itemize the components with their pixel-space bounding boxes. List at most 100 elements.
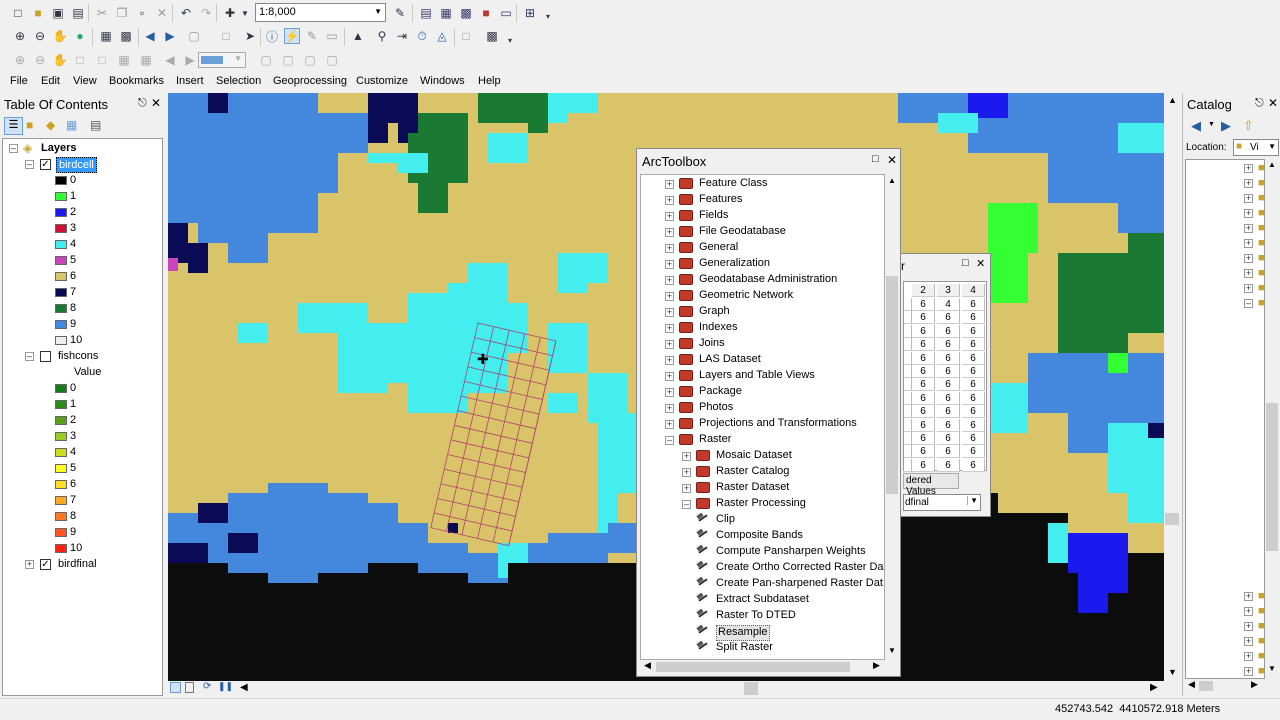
expand-toolset-icon[interactable]: +	[665, 260, 674, 269]
legend-swatch[interactable]	[55, 272, 67, 281]
search-window-icon[interactable]: ▩	[458, 5, 474, 21]
menu-bookmarks[interactable]: Bookmarks	[109, 75, 164, 87]
html-popup-icon[interactable]: ✎	[304, 28, 320, 44]
h-scroll-thumb[interactable]	[1199, 681, 1213, 691]
legend-swatch[interactable]	[55, 224, 67, 233]
catalog-location-select[interactable]: ■ Vi ▼	[1233, 139, 1279, 156]
scroll-thumb[interactable]	[886, 276, 898, 494]
toolset-item[interactable]: LAS Dataset	[699, 353, 761, 369]
scroll-up-icon[interactable]: ▲	[888, 176, 896, 185]
undo-icon[interactable]: ↶	[178, 5, 194, 21]
close-icon[interactable]: ✕	[151, 96, 161, 110]
toolbar-options-icon[interactable]: ▾	[540, 8, 556, 24]
find-route-icon[interactable]: ▲	[350, 28, 366, 44]
legend-swatch[interactable]	[55, 384, 67, 393]
close-icon[interactable]: ✕	[976, 257, 985, 270]
expand-folder-icon[interactable]: +	[1244, 592, 1253, 601]
expand-folder-icon[interactable]: +	[1244, 194, 1253, 203]
find-icon[interactable]: ⚲	[374, 28, 390, 44]
legend-swatch[interactable]	[55, 448, 67, 457]
georef-layer3-icon[interactable]: ▢	[302, 52, 318, 68]
expand-toolset-icon[interactable]: +	[665, 388, 674, 397]
select-elements-icon[interactable]: ➤	[242, 28, 258, 44]
expand-toolset-icon[interactable]: +	[682, 452, 691, 461]
toolset-item[interactable]: Fields	[699, 209, 728, 225]
birdfinal-layer-name[interactable]: birdfinal	[58, 558, 97, 570]
back-dropdown-icon[interactable]: ▼	[1208, 121, 1215, 128]
legend-swatch[interactable]	[55, 288, 67, 297]
legend-swatch[interactable]	[55, 512, 67, 521]
collapse-folder-icon[interactable]: –	[1244, 299, 1253, 308]
collapse-layers-icon[interactable]: –	[9, 144, 18, 153]
expand-folder-icon[interactable]: +	[1244, 254, 1253, 263]
map-horizontal-scrollbar[interactable]: ⟳ ❚❚ ◀ ▶	[168, 681, 1164, 697]
georef-tool2-icon[interactable]: ▦	[138, 52, 154, 68]
add-data-dropdown-icon[interactable]: ▼	[237, 5, 253, 21]
expand-folder-icon[interactable]: +	[1244, 269, 1253, 278]
legend-swatch[interactable]	[55, 464, 67, 473]
toolbox-vertical-scrollbar[interactable]: ▲ ▼	[885, 174, 899, 660]
expand-toolset-icon[interactable]: +	[665, 212, 674, 221]
birdcell-visibility-checkbox[interactable]: ✓	[40, 159, 51, 170]
copy-icon[interactable]: ❐	[114, 5, 130, 21]
toolset-item[interactable]: Features	[699, 193, 742, 209]
tool-item[interactable]: Create Ortho Corrected Raster Da	[716, 561, 884, 577]
new-document-icon[interactable]: □	[10, 5, 26, 21]
scroll-right-icon[interactable]: ▶	[873, 660, 880, 671]
open-folder-icon[interactable]: ■	[30, 5, 46, 21]
time-slider-icon[interactable]: ⏱	[414, 28, 430, 44]
expand-folder-icon[interactable]: +	[1244, 637, 1253, 646]
layers-root[interactable]: Layers	[41, 142, 76, 154]
create-viewer-icon[interactable]: □	[458, 28, 474, 44]
tool-item[interactable]: Extract Subdataset	[716, 593, 809, 609]
expand-toolset-icon[interactable]: +	[665, 404, 674, 413]
measure-icon[interactable]: ▭	[324, 28, 340, 44]
collapse-toolset-icon[interactable]: –	[665, 436, 674, 445]
toolset-item[interactable]: Joins	[699, 337, 725, 353]
georef-layer4-icon[interactable]: ▢	[324, 52, 340, 68]
scroll-left-icon[interactable]: ◀	[644, 660, 651, 671]
toolset-item[interactable]: Raster Catalog	[716, 465, 789, 481]
menu-customize[interactable]: Customize	[356, 75, 408, 87]
hyperlink-icon[interactable]: ⚡	[284, 28, 300, 44]
raster-select[interactable]: dfinal ▼	[903, 494, 981, 511]
fishcons-visibility-checkbox[interactable]	[40, 351, 51, 362]
fixed-zoom-out-icon[interactable]: ▩	[118, 28, 134, 44]
layout-view-icon[interactable]: ▩	[484, 28, 500, 44]
up-folder-icon[interactable]: ⇧	[1243, 118, 1254, 134]
expand-birdfinal-icon[interactable]: +	[25, 560, 34, 569]
menu-help[interactable]: Help	[478, 75, 501, 87]
delete-icon[interactable]: ✕	[154, 5, 170, 21]
editor-toolbar-icon[interactable]: ✎	[392, 5, 408, 21]
back-arrow-icon[interactable]: ◀	[1191, 118, 1201, 134]
go-to-xy-icon[interactable]: ⇥	[394, 28, 410, 44]
expand-folder-icon[interactable]: +	[1244, 179, 1253, 188]
legend-swatch[interactable]	[55, 256, 67, 265]
pin-icon[interactable]: ⎋	[1255, 97, 1264, 110]
scroll-thumb[interactable]	[1266, 403, 1278, 551]
collapse-birdcell-icon[interactable]: –	[25, 160, 34, 169]
scale-selector[interactable]: 1:8,000 ▼	[255, 3, 386, 22]
toolbar2-options-icon[interactable]: ▾	[502, 32, 518, 48]
toc-options-icon[interactable]: ▤	[90, 118, 106, 134]
pause-drawing-icon[interactable]: ❚❚	[218, 681, 233, 692]
legend-swatch[interactable]	[55, 496, 67, 505]
georef-layer2-icon[interactable]: ▢	[280, 52, 296, 68]
toolset-item[interactable]: Projections and Transformations	[699, 417, 857, 433]
collapse-toolset-icon[interactable]: –	[682, 500, 691, 509]
birdfinal-visibility-checkbox[interactable]: ✓	[40, 559, 51, 570]
toolset-item[interactable]: Graph	[699, 305, 730, 321]
expand-toolset-icon[interactable]: +	[665, 308, 674, 317]
scroll-left-icon[interactable]: ◀	[1188, 679, 1195, 690]
h-scroll-thumb[interactable]	[656, 662, 850, 672]
pan-icon[interactable]: ✋	[52, 28, 68, 44]
expand-toolset-icon[interactable]: +	[665, 324, 674, 333]
python-window-icon[interactable]: ▭	[498, 5, 514, 21]
model-builder-icon[interactable]: ⊞	[522, 5, 538, 21]
tool-item[interactable]: Resample	[716, 625, 770, 641]
legend-swatch[interactable]	[55, 176, 67, 185]
legend-swatch[interactable]	[55, 320, 67, 329]
scroll-up-icon[interactable]: ▲	[1168, 95, 1177, 105]
legend-swatch[interactable]	[55, 208, 67, 217]
legend-swatch[interactable]	[55, 336, 67, 345]
